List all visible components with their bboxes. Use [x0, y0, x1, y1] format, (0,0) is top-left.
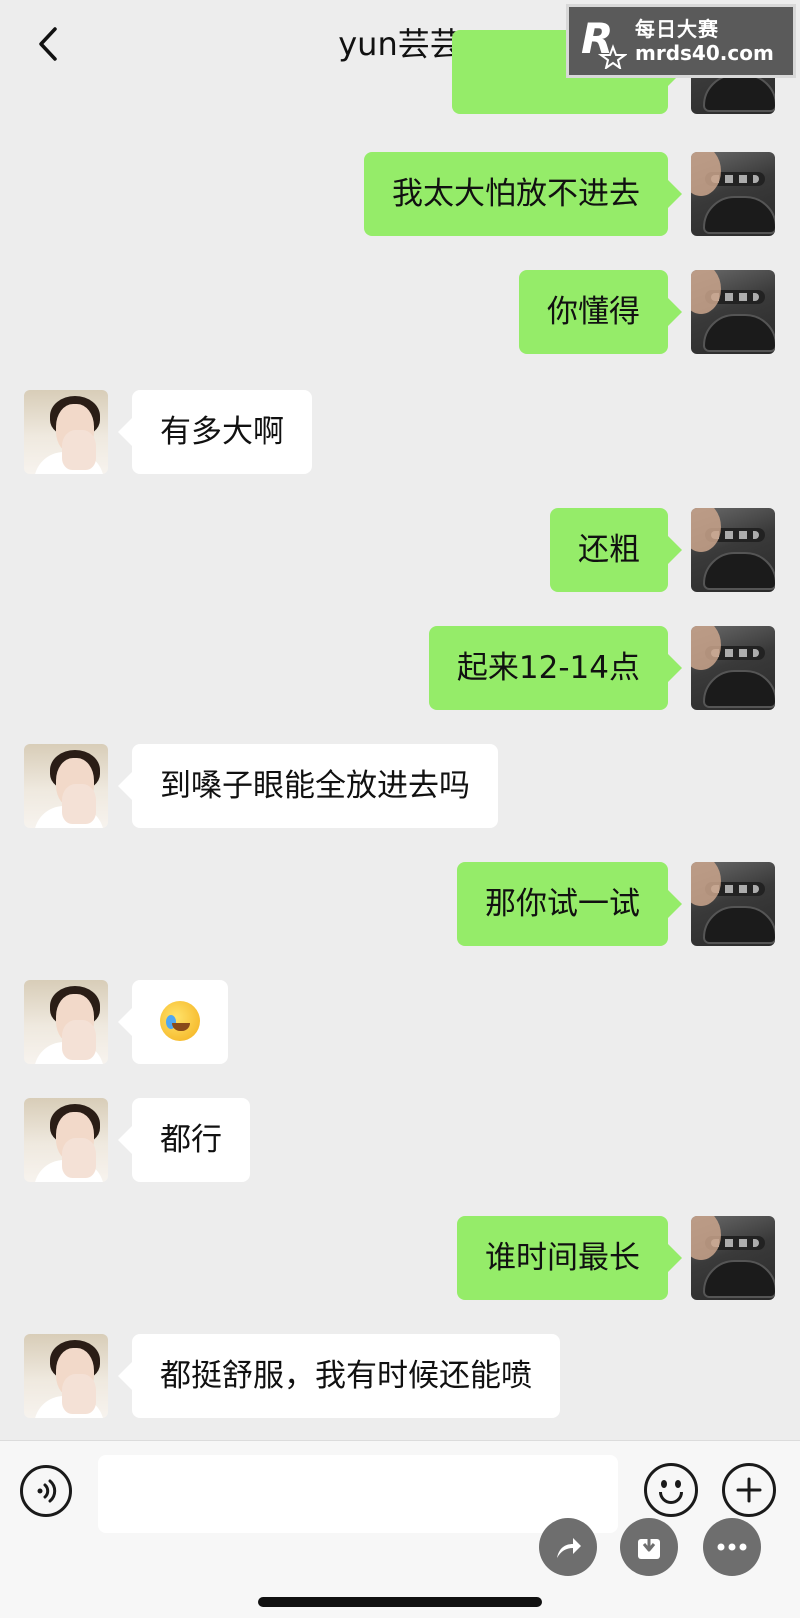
my-avatar[interactable]	[691, 862, 775, 946]
message-input[interactable]	[98, 1455, 618, 1533]
input-bar	[0, 1440, 800, 1618]
message-row: 有多大啊	[0, 390, 800, 474]
message-bubble[interactable]: 那你试一试	[457, 862, 682, 946]
my-avatar[interactable]	[691, 152, 775, 236]
message-bubble[interactable]: 还粗	[550, 508, 682, 592]
message-row: 还粗	[0, 508, 800, 592]
message-bubble[interactable]: 都行	[118, 1098, 250, 1182]
contact-avatar[interactable]	[24, 1334, 108, 1418]
share-icon	[557, 1538, 581, 1558]
share-button[interactable]	[539, 1518, 597, 1576]
contact-avatar[interactable]	[24, 744, 108, 828]
message-bubble[interactable]: 你懂得	[519, 270, 682, 354]
message-bubble[interactable]: 有多大啊	[118, 390, 312, 474]
message-row: 都挺舒服，我有时候还能喷	[0, 1334, 800, 1418]
my-avatar[interactable]	[691, 508, 775, 592]
message-row	[0, 980, 800, 1064]
emoji-button[interactable]	[644, 1463, 698, 1517]
message-list[interactable]: 我太大怕放不进去 你懂得 有多大啊 还粗 起来12-14点 到嗓子眼能全放进去吗…	[0, 30, 800, 1440]
watermark-logo: R	[579, 13, 629, 71]
home-indicator[interactable]	[258, 1597, 542, 1607]
watermark-text: 每日大赛 mrds40.com	[635, 17, 774, 65]
message-row: 起来12-14点	[0, 626, 800, 710]
message-bubble[interactable]: 我太大怕放不进去	[364, 152, 682, 236]
my-avatar[interactable]	[691, 626, 775, 710]
plus-icon	[736, 1477, 762, 1503]
message-bubble[interactable]	[118, 980, 228, 1064]
my-avatar[interactable]	[691, 270, 775, 354]
message-row: 都行	[0, 1098, 800, 1182]
message-bubble[interactable]: 到嗓子眼能全放进去吗	[118, 744, 498, 828]
message-row: 谁时间最长	[0, 1216, 800, 1300]
more-dots-icon	[717, 1543, 747, 1551]
voice-icon	[37, 1479, 57, 1503]
message-row: 我太大怕放不进去	[0, 152, 800, 236]
contact-avatar[interactable]	[24, 980, 108, 1064]
message-bubble[interactable]: 起来12-14点	[428, 626, 683, 710]
watermark: R 每日大赛 mrds40.com	[566, 4, 796, 78]
message-row: 到嗓子眼能全放进去吗	[0, 744, 800, 828]
message-bubble[interactable]: 都挺舒服，我有时候还能喷	[118, 1334, 560, 1418]
save-button[interactable]	[620, 1518, 678, 1576]
contact-avatar[interactable]	[24, 1098, 108, 1182]
crying-laughing-emoji-icon	[160, 1000, 200, 1041]
fab-more-button[interactable]	[703, 1518, 761, 1576]
my-avatar[interactable]	[691, 1216, 775, 1300]
chat-screen: yun芸芸 R 每日大赛 mrds40.com 我太大怕放不进去 你懂得 有多大…	[0, 0, 800, 1618]
voice-button[interactable]	[20, 1465, 72, 1517]
message-row: 那你试一试	[0, 862, 800, 946]
message-row: 你懂得	[0, 270, 800, 354]
watermark-line1: 每日大赛	[635, 17, 719, 41]
message-bubble[interactable]: 谁时间最长	[457, 1216, 682, 1300]
contact-avatar[interactable]	[24, 390, 108, 474]
watermark-line2: mrds40.com	[635, 41, 774, 65]
download-icon	[638, 1535, 660, 1559]
plus-button[interactable]	[722, 1463, 776, 1517]
